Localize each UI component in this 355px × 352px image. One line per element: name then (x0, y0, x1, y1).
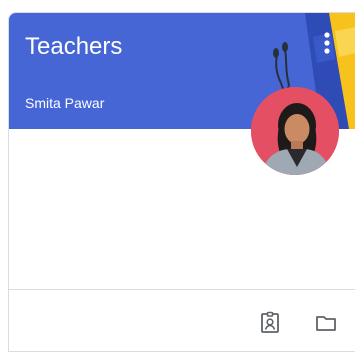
teacher-name: Smita Pawar (25, 95, 105, 111)
your-work-button[interactable] (258, 311, 282, 335)
card-body[interactable] (9, 129, 355, 289)
class-card[interactable]: Teachers Smita Pawar (8, 12, 355, 352)
folder-icon (316, 316, 336, 331)
class-title-link[interactable]: Teachers (25, 33, 122, 61)
more-vert-icon (324, 32, 330, 54)
card-divider (9, 289, 355, 290)
assignment-ind-icon (261, 311, 279, 333)
class-drive-folder-button[interactable] (314, 311, 338, 335)
more-options-button[interactable] (313, 23, 341, 63)
